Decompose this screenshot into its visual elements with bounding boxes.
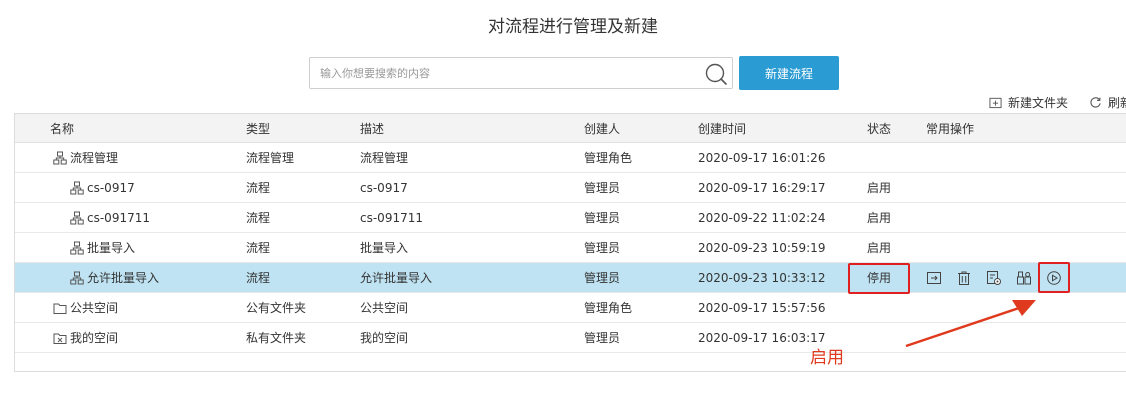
cell-name[interactable]: cs-091711 bbox=[70, 203, 150, 233]
cell-description: 允许批量导入 bbox=[360, 271, 433, 285]
flow-tree-icon bbox=[70, 181, 84, 195]
cell-status: 启用 bbox=[867, 241, 892, 255]
column-header-type: 类型 bbox=[246, 122, 271, 136]
search-icon[interactable] bbox=[704, 62, 728, 86]
cell-creator: 管理员 bbox=[584, 241, 621, 255]
move-to-icon[interactable] bbox=[926, 270, 942, 286]
cell-name[interactable]: 我的空间 bbox=[53, 323, 118, 353]
table-row[interactable]: 批量导入 流程 批量导入 管理员 2020-09-23 10:59:19 启用 bbox=[15, 233, 1126, 263]
search-box[interactable] bbox=[309, 57, 733, 89]
flow-tree-icon bbox=[70, 211, 84, 225]
cell-creator: 管理员 bbox=[584, 271, 621, 285]
cell-creator: 管理角色 bbox=[584, 301, 633, 315]
column-header-created-time: 创建时间 bbox=[698, 122, 747, 136]
cell-name[interactable]: 批量导入 bbox=[70, 233, 135, 263]
cell-description: 批量导入 bbox=[360, 241, 409, 255]
cell-type: 流程 bbox=[246, 211, 271, 225]
flow-tree-icon bbox=[70, 271, 84, 285]
cell-description: cs-0917 bbox=[360, 181, 408, 195]
delete-icon[interactable] bbox=[956, 270, 972, 286]
private-folder-icon bbox=[53, 333, 67, 344]
cell-creator: 管理员 bbox=[584, 181, 621, 195]
row-name-label: cs-0917 bbox=[87, 181, 135, 195]
cell-name[interactable]: 允许批量导入 bbox=[70, 263, 159, 293]
column-header-operations: 常用操作 bbox=[926, 122, 975, 136]
row-name-label: 允许批量导入 bbox=[87, 271, 160, 285]
cell-type: 流程管理 bbox=[246, 151, 295, 165]
row-name-label: 我的空间 bbox=[70, 331, 119, 345]
cell-created-time: 2020-09-17 16:29:17 bbox=[698, 181, 826, 195]
row-name-label: 流程管理 bbox=[70, 151, 119, 165]
cell-type: 流程 bbox=[246, 181, 271, 195]
cell-description: 流程管理 bbox=[360, 151, 409, 165]
new-folder-icon bbox=[989, 97, 1002, 109]
column-header-name: 名称 bbox=[50, 122, 75, 136]
new-folder-button[interactable]: 新建文件夹 bbox=[989, 94, 1068, 111]
permissions-icon[interactable] bbox=[1016, 270, 1032, 286]
cell-type: 公有文件夹 bbox=[246, 301, 307, 315]
cell-created-time: 2020-09-17 16:03:17 bbox=[698, 331, 826, 345]
table-row[interactable]: cs-091711 流程 cs-091711 管理员 2020-09-22 11:02:… bbox=[15, 203, 1126, 233]
page-title: 对流程进行管理及新建 bbox=[488, 17, 658, 37]
cell-creator: 管理员 bbox=[584, 211, 621, 225]
cell-type: 流程 bbox=[246, 241, 271, 255]
cell-created-time: 2020-09-23 10:33:12 bbox=[698, 271, 826, 285]
cell-name[interactable]: 流程管理 bbox=[53, 143, 118, 173]
settings-icon[interactable] bbox=[986, 270, 1002, 286]
cell-created-time: 2020-09-17 15:57:56 bbox=[698, 301, 826, 315]
cell-status: 启用 bbox=[867, 181, 892, 195]
cell-description: cs-091711 bbox=[360, 211, 423, 225]
cell-status: 启用 bbox=[867, 211, 892, 225]
refresh-button[interactable]: 刷新 bbox=[1089, 94, 1126, 111]
row-name-label: cs-091711 bbox=[87, 211, 150, 225]
search-input[interactable] bbox=[320, 58, 700, 88]
table-row[interactable]: cs-0917 流程 cs-0917 管理员 2020-09-17 16:29:17 启用 bbox=[15, 173, 1126, 203]
column-header-description: 描述 bbox=[360, 122, 385, 136]
cell-type: 私有文件夹 bbox=[246, 331, 307, 345]
flow-tree-icon bbox=[53, 151, 67, 165]
cell-description: 我的空间 bbox=[360, 331, 409, 345]
table-row[interactable]: 流程管理 流程管理 流程管理 管理角色 2020-09-17 16:01:26 bbox=[15, 143, 1126, 173]
cell-created-time: 2020-09-17 16:01:26 bbox=[698, 151, 826, 165]
cell-created-time: 2020-09-22 11:02:24 bbox=[698, 211, 826, 225]
cell-creator: 管理员 bbox=[584, 331, 621, 345]
refresh-label: 刷新 bbox=[1108, 96, 1126, 110]
cell-name[interactable]: 公共空间 bbox=[53, 293, 118, 323]
cell-name[interactable]: cs-0917 bbox=[70, 173, 135, 203]
cell-creator: 管理角色 bbox=[584, 151, 633, 165]
annotation-arrow bbox=[905, 300, 1036, 348]
cell-description: 公共空间 bbox=[360, 301, 409, 315]
flow-tree-icon bbox=[70, 241, 84, 255]
row-name-label: 公共空间 bbox=[70, 301, 119, 315]
cell-type: 流程 bbox=[246, 271, 271, 285]
annotation-label: 启用 bbox=[810, 348, 844, 368]
table-header: 名称 类型 描述 创建人 创建时间 状态 常用操作 bbox=[15, 113, 1126, 143]
table-row[interactable]: 允许批量导入 流程 允许批量导入 管理员 2020-09-23 10:33:12 停用 bbox=[15, 263, 1126, 293]
enable-highlight-box bbox=[1038, 262, 1070, 293]
column-header-creator: 创建人 bbox=[584, 122, 621, 136]
folder-icon bbox=[53, 303, 67, 314]
refresh-icon bbox=[1090, 97, 1101, 108]
cell-created-time: 2020-09-23 10:59:19 bbox=[698, 241, 826, 255]
new-folder-label: 新建文件夹 bbox=[1008, 96, 1069, 110]
row-name-label: 批量导入 bbox=[87, 241, 136, 255]
column-header-status: 状态 bbox=[867, 122, 892, 136]
new-flow-button[interactable]: 新建流程 bbox=[739, 56, 839, 90]
